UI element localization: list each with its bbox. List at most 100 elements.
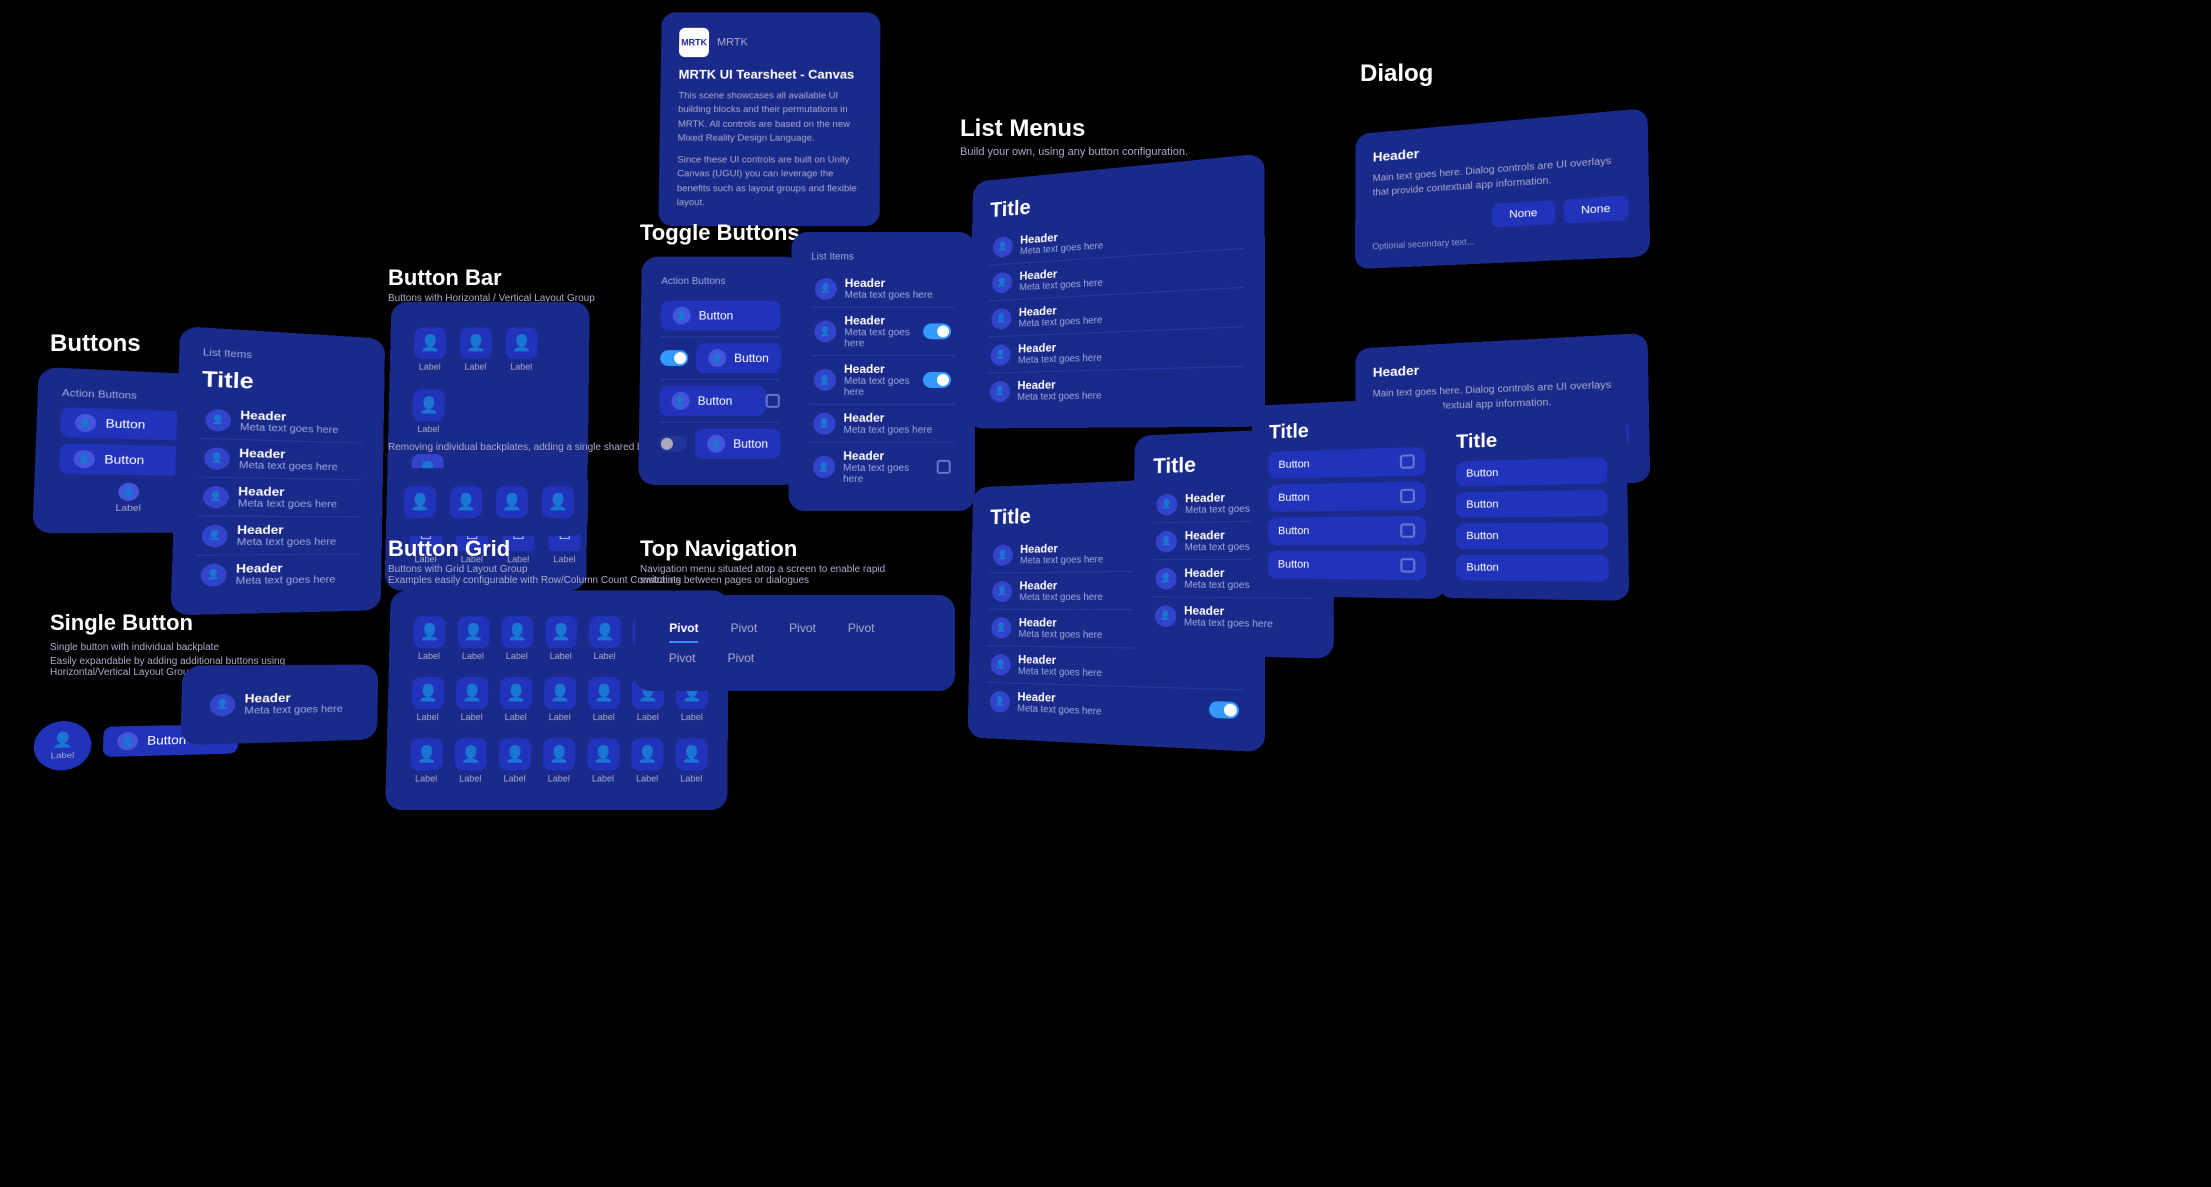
toggle-btn-heading: Toggle Buttons	[640, 220, 800, 246]
bar-btn-icon-4: 👤	[413, 389, 446, 421]
grid-btn-r3c3[interactable]: 👤Label	[494, 732, 535, 790]
grid-btn-r3c5[interactable]: 👤Label	[583, 732, 624, 790]
grid-btn-r3c2[interactable]: 👤Label	[450, 732, 491, 790]
nav-item-0[interactable]: Pivot	[655, 615, 713, 641]
dialog3-btn-1[interactable]: Button	[1268, 481, 1425, 511]
dialog3-check-0[interactable]	[1400, 454, 1415, 469]
dialog4-btn-2[interactable]: Button	[1456, 522, 1608, 549]
grid-icon-r2c5: 👤	[588, 677, 620, 709]
toggle-check-2[interactable]	[766, 394, 780, 408]
dialog3-btn-2[interactable]: Button	[1268, 516, 1426, 545]
bar-btn-1[interactable]: 👤 Label	[410, 322, 451, 378]
grid-btn-r3c6[interactable]: 👤Label	[627, 732, 668, 790]
list-item-1: 👤 HeaderMeta text goes here	[199, 439, 362, 480]
nav-item-2[interactable]: Pivot	[775, 615, 830, 641]
bar-btn-2[interactable]: 👤 Label	[455, 322, 496, 378]
grid-btn-r3c4[interactable]: 👤Label	[538, 732, 579, 790]
shared-btn-4[interactable]: 👤	[538, 480, 579, 524]
grid-btn-r1c5[interactable]: 👤Label	[584, 610, 625, 667]
list-item-4: 👤 HeaderMeta text goes here	[195, 554, 360, 594]
lm2-item-4: 👤 HeaderMeta text goes here	[986, 683, 1243, 730]
toggle-switch-1[interactable]	[660, 350, 688, 366]
tlist-toggle-1[interactable]	[923, 323, 951, 339]
grid-icon-r2c1: 👤	[412, 677, 445, 709]
bar-btn-4[interactable]: 👤 Label	[408, 384, 449, 440]
dialog3-check-1[interactable]	[1400, 489, 1415, 503]
nav-item-4[interactable]: Pivot	[655, 645, 710, 671]
grid-icon-r2c3: 👤	[500, 677, 533, 709]
dialog4-title: Title	[1456, 426, 1607, 454]
dialog3-btn-3[interactable]: Button	[1268, 551, 1426, 580]
dialog-heading: Dialog	[1360, 60, 1433, 88]
lm2-av-3: 👤	[990, 653, 1010, 675]
toggle-buttons-section: Toggle Buttons	[640, 220, 800, 246]
mrtk-info-card: MRTK MRTK MRTK UI Tearsheet - Canvas Thi…	[658, 12, 880, 226]
nav-item-3[interactable]: Pivot	[834, 615, 889, 641]
toggle-btn-3[interactable]: 👤 Button	[695, 429, 780, 459]
grid-icon-r3c5: 👤	[587, 738, 620, 770]
grid-btn-r1c3[interactable]: 👤Label	[497, 610, 538, 667]
grid-icon-r1c3: 👤	[501, 616, 533, 648]
toggle-btn-2[interactable]: 👤 Button	[659, 386, 766, 416]
toggle-switch-3[interactable]	[659, 436, 687, 452]
avatar-1: 👤	[204, 447, 230, 470]
grid-btn-r3c1[interactable]: 👤Label	[406, 732, 447, 790]
lm3-av-3: 👤	[1155, 605, 1176, 627]
btn-icon-3: 👤	[118, 483, 139, 501]
dialog4-btn-0[interactable]: Button	[1456, 457, 1607, 487]
dialog4-btn-1[interactable]: Button	[1456, 490, 1608, 518]
single-btn-icon2: 👤	[117, 732, 138, 751]
top-nav-desc: Navigation menu situated atop a screen t…	[640, 564, 920, 586]
dialog2-header: Header	[1373, 352, 1628, 379]
lm3-av-0: 👤	[1156, 493, 1177, 515]
list-menu-card1: Title 👤 HeaderMeta text goes here 👤 Head…	[968, 153, 1266, 428]
grid-btn-r2c4[interactable]: 👤Label	[540, 671, 581, 728]
dialog1-btn2[interactable]: None	[1563, 195, 1629, 223]
grid-btn-r2c2[interactable]: 👤Label	[451, 671, 492, 728]
button-bar-section: Button Bar Buttons with Horizontal / Ver…	[388, 265, 595, 304]
single-header-row: 👤 Header Meta text goes here	[204, 684, 356, 724]
shared-btn-1[interactable]: 👤	[399, 480, 440, 524]
mrtk-logo-text: MRTK	[681, 38, 707, 48]
grid-icon-r1c4: 👤	[545, 616, 577, 648]
grid-btn-r2c1[interactable]: 👤Label	[407, 671, 448, 728]
dialog3-btn-0[interactable]: Button	[1269, 447, 1426, 479]
mrtk-desc2: Since these UI controls are built on Uni…	[677, 154, 862, 211]
dialog4-btn-3[interactable]: Button	[1456, 555, 1609, 582]
tlist-check-4[interactable]	[937, 460, 951, 474]
single-btn-desc1: Single button with individual backplate	[50, 640, 285, 656]
lm1-av-1: 👤	[992, 271, 1012, 293]
dialog3-check-2[interactable]	[1400, 523, 1415, 537]
lm3-av-2: 👤	[1155, 567, 1176, 589]
single-btn-icon-label: Label	[50, 751, 74, 761]
list-item-0: 👤 HeaderMeta text goes here	[200, 401, 363, 444]
toggle-btn-1[interactable]: 👤 Button	[696, 343, 781, 373]
grid-icon-r3c7: 👤	[675, 738, 707, 770]
toggle-btn-0[interactable]: 👤 Button	[661, 301, 781, 331]
tavatar-3: 👤	[813, 412, 835, 434]
tlist-toggle-2[interactable]	[923, 372, 951, 388]
dialog1-btn1[interactable]: None	[1492, 200, 1554, 228]
mrtk-logo-row: MRTK MRTK	[679, 28, 862, 57]
list-item-3: 👤 HeaderMeta text goes here	[196, 516, 361, 555]
dialog3-check-3[interactable]	[1400, 558, 1415, 572]
grid-btn-r2c5[interactable]: 👤Label	[584, 671, 625, 728]
bar-btn-3[interactable]: 👤 Label	[501, 322, 542, 378]
buttons-section: Buttons	[50, 330, 141, 358]
grid-btn-r1c4[interactable]: 👤Label	[541, 610, 582, 667]
single-btn-icon[interactable]: 👤 Label	[33, 721, 92, 772]
lm2-toggle-4[interactable]	[1209, 700, 1239, 718]
toggle-item-1: 👤 Button	[660, 337, 780, 380]
button-bar-desc2: Removing individual backplates, adding a…	[388, 440, 680, 455]
grid-btn-r1c2[interactable]: 👤Label	[453, 610, 494, 667]
grid-btn-r2c3[interactable]: 👤Label	[495, 671, 536, 728]
shared-btn-3[interactable]: 👤	[492, 480, 533, 524]
shared-btn-2[interactable]: 👤	[446, 480, 487, 524]
nav-item-1[interactable]: Pivot	[716, 615, 771, 641]
grid-btn-r3c7[interactable]: 👤Label	[671, 732, 712, 790]
grid-btn-r1c1[interactable]: 👤Label	[409, 610, 450, 667]
toggle-list-label: List Items	[811, 252, 955, 263]
nav-item-5[interactable]: Pivot	[713, 645, 768, 671]
top-nav-card: Pivot Pivot Pivot Pivot Pivot Pivot	[634, 595, 955, 691]
shared-icon-4: 👤	[542, 486, 574, 518]
